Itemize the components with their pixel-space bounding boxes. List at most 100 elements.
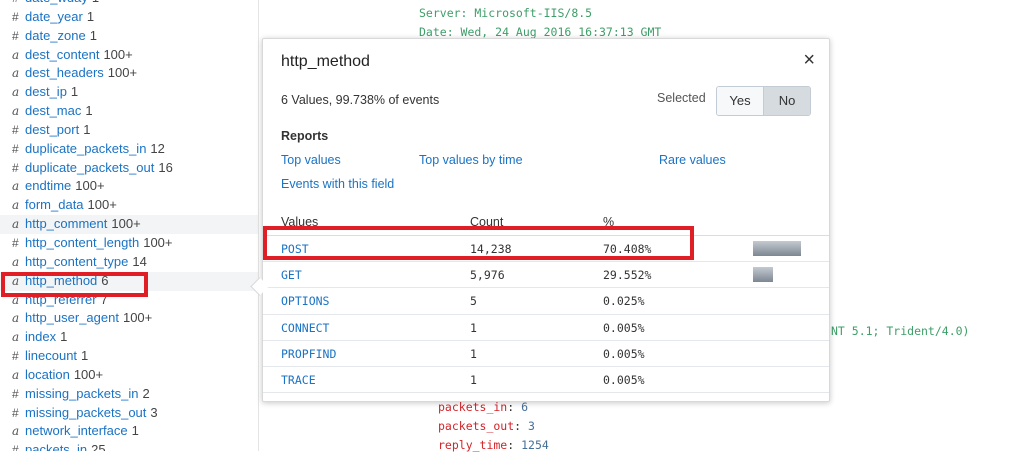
count-cell: 14,238 <box>470 242 512 256</box>
event-value[interactable]: 6 <box>521 400 528 414</box>
field-name: index <box>25 329 57 345</box>
field-item-http-method[interactable]: a http_method 6 <box>0 271 258 291</box>
field-item-missing-packets-out[interactable]: # missing_packets_out 3 <box>0 404 258 423</box>
field-item-duplicate-packets-in[interactable]: # duplicate_packets_in 12 <box>0 140 258 159</box>
field-name: packets_in <box>25 442 88 451</box>
table-row[interactable]: PROPFIND 1 0.005% <box>263 341 829 367</box>
event-key[interactable]: reply_time <box>438 438 507 452</box>
field-name: dest_headers <box>25 65 104 81</box>
event-key[interactable]: packets_in <box>438 400 507 414</box>
field-value-count: 1 <box>85 103 93 119</box>
table-row[interactable]: TRACE 1 0.005% <box>263 367 829 394</box>
field-name: missing_packets_out <box>25 404 147 420</box>
value-cell[interactable]: POST <box>281 242 309 256</box>
event-value[interactable]: 1254 <box>521 438 549 452</box>
value-cell[interactable]: PROPFIND <box>281 347 336 361</box>
field-item-index[interactable]: a index 1 <box>0 328 258 347</box>
selected-yes-button[interactable]: Yes <box>717 87 763 115</box>
event-server-line: Server: Microsoft-IIS/8.5 <box>419 6 593 20</box>
field-name: form_data <box>25 197 84 213</box>
value-cell[interactable]: OPTIONS <box>281 294 329 308</box>
top-values-link[interactable]: Top values <box>281 153 341 167</box>
value-cell[interactable]: TRACE <box>281 373 316 387</box>
selected-no-button[interactable]: No <box>763 87 810 115</box>
field-value-count: 100+ <box>87 197 117 213</box>
string-type-icon: a <box>12 217 20 232</box>
value-cell[interactable]: CONNECT <box>281 321 329 335</box>
popup-title: http_method <box>281 53 370 70</box>
field-item-endtime[interactable]: a endtime 100+ <box>0 177 258 196</box>
number-type-icon: # <box>12 122 19 137</box>
field-value-count: 100+ <box>107 65 138 81</box>
table-row[interactable]: POST 14,238 70.408% <box>263 236 829 263</box>
field-item-dest-headers[interactable]: a dest_headers 100+ <box>0 64 258 83</box>
table-row[interactable]: CONNECT 1 0.005% <box>263 315 829 341</box>
field-item-packets-in[interactable]: # packets_in 25 <box>0 441 258 451</box>
field-item-linecount[interactable]: # linecount 1 <box>0 347 258 366</box>
count-cell: 1 <box>470 346 477 361</box>
table-row[interactable]: GET 5,976 29.552% <box>263 262 829 289</box>
field-name: date_year <box>25 8 83 24</box>
field-item-duplicate-packets-out[interactable]: # duplicate_packets_out 16 <box>0 159 258 178</box>
field-value-count: 1 <box>81 348 89 364</box>
string-type-icon: a <box>12 330 20 345</box>
field-item-http-user-agent[interactable]: a http_user_agent 100+ <box>0 309 258 328</box>
field-item-dest-mac[interactable]: a dest_mac 1 <box>0 102 258 121</box>
field-item-date-zone[interactable]: # date_zone 1 <box>0 27 258 46</box>
event-key[interactable]: packets_out <box>438 419 514 433</box>
field-item-location[interactable]: a location 100+ <box>0 366 258 385</box>
events-with-field-link[interactable]: Events with this field <box>281 177 394 191</box>
event-value[interactable]: 3 <box>528 419 535 433</box>
value-cell[interactable]: GET <box>281 268 302 282</box>
field-item-http-referrer[interactable]: a http_referrer 7 <box>0 291 258 310</box>
number-type-icon: # <box>12 9 19 24</box>
field-name: http_comment <box>25 216 108 232</box>
event-separator: : <box>514 419 529 433</box>
field-item-date-year[interactable]: # date_year 1 <box>0 8 258 27</box>
close-icon[interactable]: × <box>803 50 815 70</box>
field-value-count: 1 <box>92 0 99 5</box>
field-value-count: 1 <box>89 27 97 43</box>
table-row[interactable]: OPTIONS 5 0.025% <box>263 288 829 315</box>
field-value-count: 6 <box>101 272 109 288</box>
field-value-count: 1 <box>83 121 91 137</box>
field-item-http-comment[interactable]: a http_comment 100+ <box>0 215 258 234</box>
field-item-http-content-type[interactable]: a http_content_type 14 <box>0 253 258 272</box>
count-cell: 1 <box>470 372 477 387</box>
number-type-icon: # <box>12 443 19 451</box>
rare-values-link[interactable]: Rare values <box>659 153 726 167</box>
popup-summary: 6 Values, 99.738% of events <box>281 93 440 107</box>
field-item-form-data[interactable]: a form_data 100+ <box>0 196 258 215</box>
number-type-icon: # <box>12 28 19 43</box>
values-table: Values Count % POST 14,238 70.408% GET 5,976… <box>263 210 829 394</box>
event-user-agent-tail: NT 5.1; Trident/4.0) <box>831 324 970 338</box>
number-type-icon: # <box>12 235 19 250</box>
percent-bar <box>753 241 801 256</box>
number-type-icon: # <box>12 349 19 364</box>
values-table-header: Values Count % <box>263 210 829 236</box>
string-type-icon: a <box>12 311 20 326</box>
fields-sidebar: #date_wday1#date_year1#date_zone1adest_c… <box>0 0 259 451</box>
field-name: linecount <box>25 348 78 364</box>
percent-bar <box>753 267 774 283</box>
field-item-missing-packets-in[interactable]: # missing_packets_in 2 <box>0 385 258 404</box>
field-value-count: 100+ <box>103 46 133 62</box>
string-type-icon: a <box>12 198 20 213</box>
string-type-icon: a <box>12 292 20 307</box>
field-item-http-content-length[interactable]: # http_content_length 100+ <box>0 234 258 253</box>
field-name: duplicate_packets_in <box>25 140 147 156</box>
field-item-dest-content[interactable]: a dest_content 100+ <box>0 46 258 65</box>
top-values-by-time-link[interactable]: Top values by time <box>419 153 523 167</box>
string-type-icon: a <box>12 179 20 194</box>
field-item-dest-ip[interactable]: a dest_ip 1 <box>0 83 258 102</box>
percent-cell: 0.005% <box>603 346 645 361</box>
field-value-count: 14 <box>132 253 147 269</box>
field-item-dest-port[interactable]: # dest_port 1 <box>0 121 258 140</box>
field-name: http_content_length <box>25 234 140 250</box>
string-type-icon: a <box>12 424 20 439</box>
string-type-icon: a <box>12 66 20 81</box>
field-item-network-interface[interactable]: a network_interface 1 <box>0 422 258 441</box>
event-kv-line: packets_out: 3 <box>438 419 535 433</box>
field-item-date-wday[interactable]: #date_wday 1 <box>0 0 258 8</box>
event-separator: : <box>507 400 522 414</box>
